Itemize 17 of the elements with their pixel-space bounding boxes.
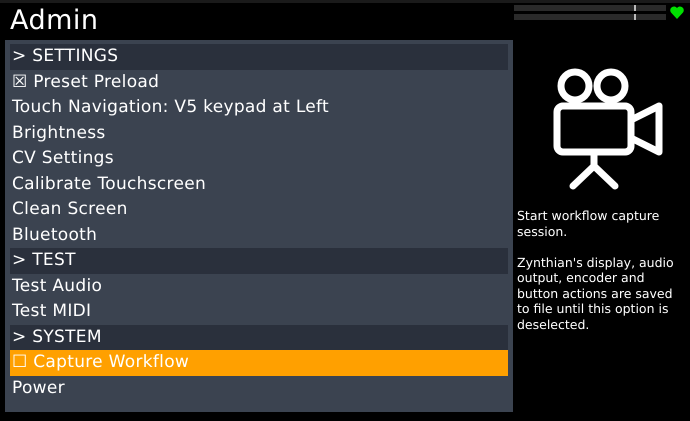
section-header[interactable]: > SYSTEM [10, 324, 508, 350]
menu-item[interactable]: Test MIDI [10, 299, 508, 324]
menu-item[interactable]: Bluetooth [10, 222, 508, 248]
menu-item[interactable]: ☒ Preset Preload [10, 70, 508, 95]
menu-item[interactable]: Brightness [10, 120, 508, 146]
section-header[interactable]: > SETTINGS [10, 44, 508, 70]
menu-item[interactable]: Calibrate Touchscreen [10, 172, 508, 197]
section-header[interactable]: > TEST [10, 248, 508, 274]
heart-icon [670, 6, 684, 19]
window-title: Admin [9, 4, 100, 37]
menu-item[interactable]: CV Settings [10, 146, 508, 172]
menu-item[interactable]: Test Audio [10, 274, 508, 299]
menu-item[interactable]: Touch Navigation: V5 keypad at Left [10, 95, 508, 120]
description-text: Zynthian's display, audio output, encoder and button actions are saved to file until this option is deselected. [517, 254, 675, 332]
description-text: Start workflow capture session. [517, 208, 660, 239]
menu-item[interactable]: Clean Screen [10, 197, 508, 222]
menu-item[interactable]: Power [10, 376, 508, 401]
